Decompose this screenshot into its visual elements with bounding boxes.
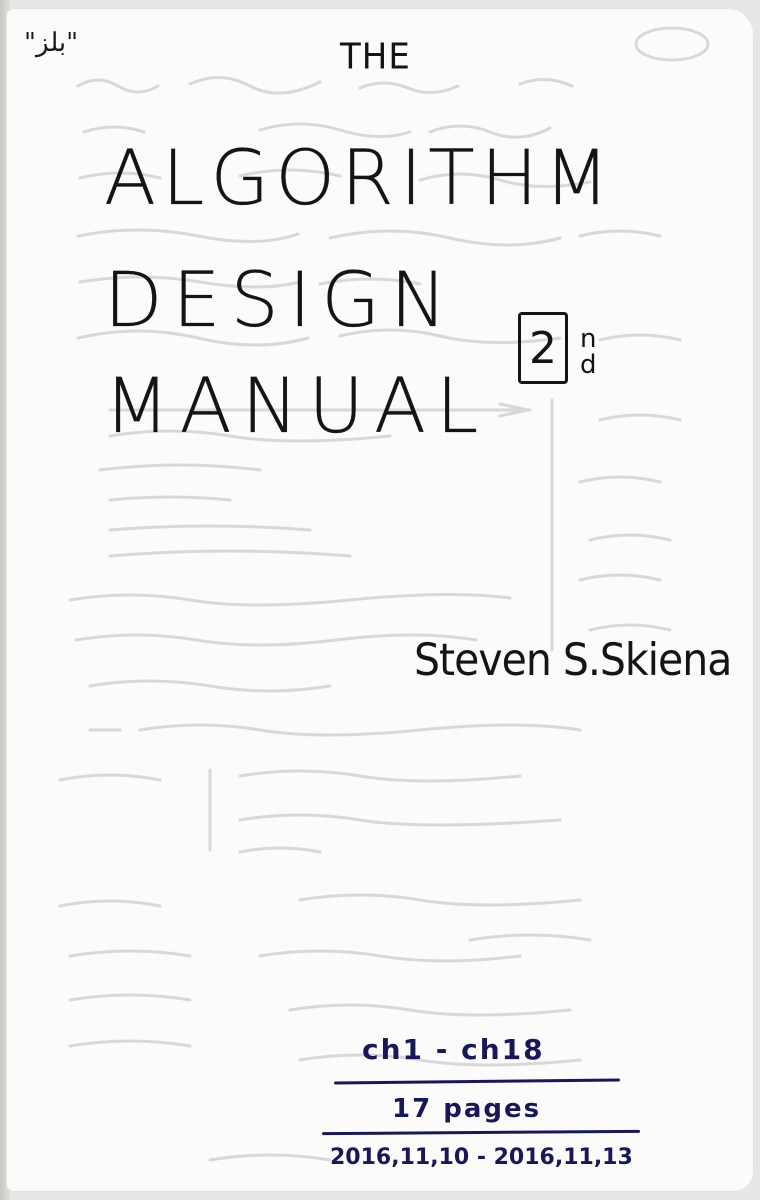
title-line-algorithm: ALGORITHM: [104, 133, 616, 222]
title-prefix: THE: [340, 36, 411, 78]
edition-suffix: nd: [580, 324, 597, 380]
page-count: 17 pages: [392, 1094, 542, 1124]
date-range: 2016,11,10 - 2016,11,13: [330, 1145, 633, 1170]
title-line-manual: MANUAL: [104, 361, 489, 450]
author-name: Steven S.Skiena: [414, 634, 732, 686]
edition-number-box: 2: [518, 312, 568, 384]
chapter-range: ch1 - ch18: [362, 1033, 545, 1066]
corner-mark: "بلز": [24, 28, 79, 58]
title-line-design: DESIGN: [104, 255, 457, 344]
notebook-photo: "بلز" THE ALGORITHM DESIGN MANUAL 2 nd S…: [0, 0, 760, 1200]
